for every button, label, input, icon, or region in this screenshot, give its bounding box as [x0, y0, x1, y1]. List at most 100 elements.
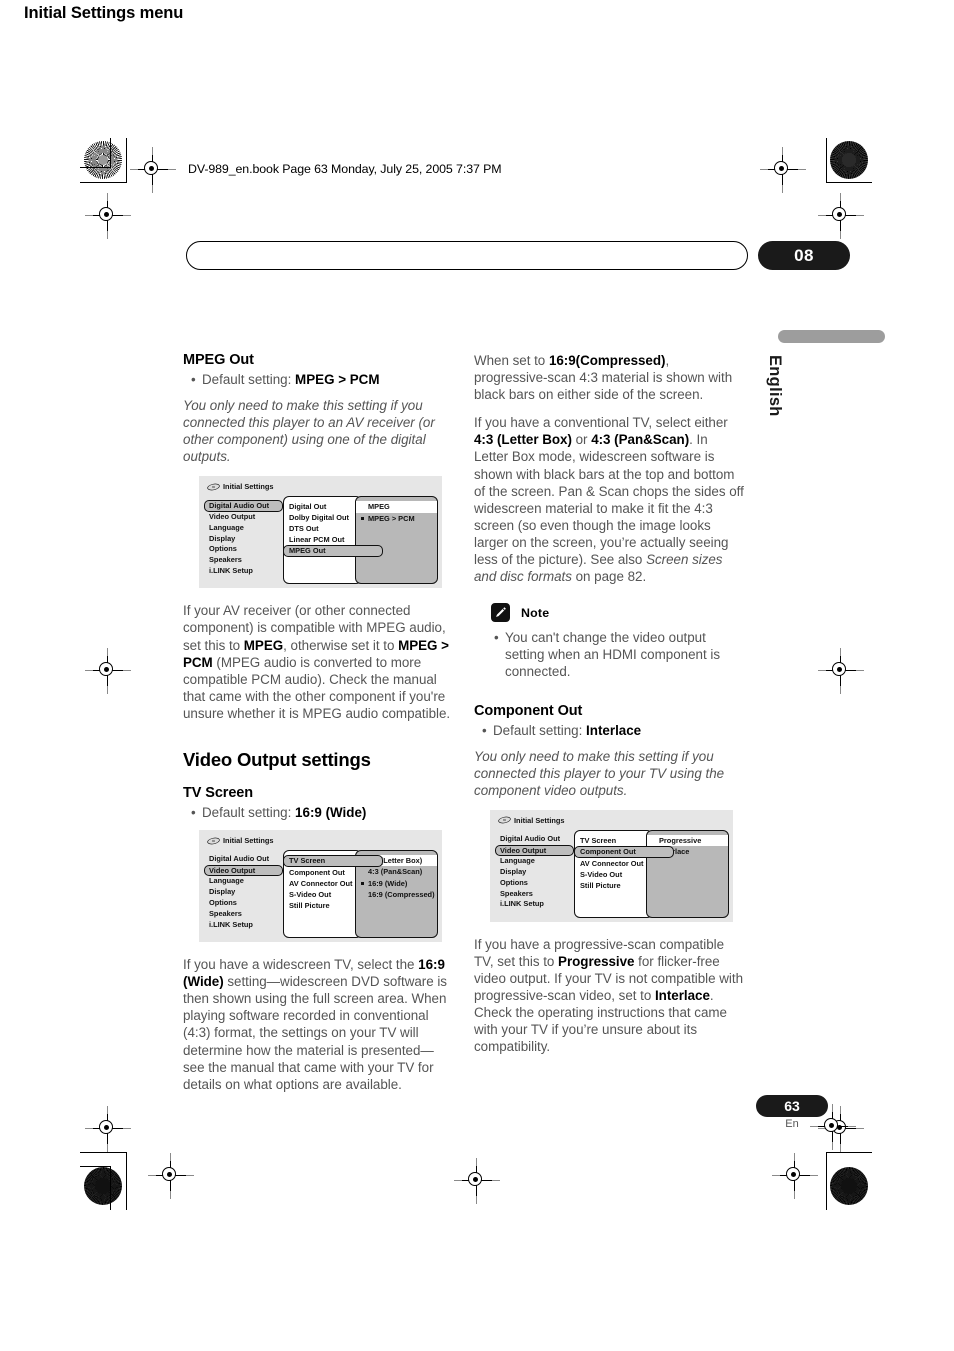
- osd-subitem-row[interactable]: AV Connector Out: [284, 878, 361, 889]
- osd-option-label: MPEG > PCM: [368, 513, 415, 523]
- osd-category-row[interactable]: Speakers: [204, 909, 283, 920]
- note-label: Note: [521, 605, 550, 620]
- osd-category-row[interactable]: Video Output: [204, 864, 283, 877]
- osd-option-label: 4:3 (Pan&Scan): [368, 867, 423, 877]
- component-out-body: If you have a progressive-scan compatibl…: [474, 936, 744, 1056]
- chapter-number-badge: 08: [758, 241, 850, 270]
- osd-category-row[interactable]: Language: [495, 856, 574, 867]
- osd-subitem-row[interactable]: TV Screen: [575, 835, 652, 846]
- osd-category-row[interactable]: i.LINK Setup: [204, 920, 283, 931]
- registration-cross-left-middle: [85, 648, 131, 694]
- compressed-p1: When set to: [474, 353, 549, 368]
- comp-body-b2: Interlace: [654, 988, 710, 1004]
- osd-category-row[interactable]: Options: [204, 898, 283, 909]
- osd-category-row[interactable]: Options: [204, 544, 283, 555]
- osd-subitem-row[interactable]: Digital Out: [284, 501, 361, 512]
- left-column: MPEG Out Default setting: MPEG > PCM You…: [183, 352, 453, 1104]
- osd-subitem-row[interactable]: TV Screen: [283, 855, 383, 867]
- osd-option-label: MPEG: [368, 502, 390, 512]
- osd-option-row[interactable]: Progressive: [647, 834, 728, 847]
- comp-body-b1: Progressive: [558, 953, 635, 969]
- conv-b1: 4:3 (Letter Box): [474, 432, 572, 448]
- osd-category-row[interactable]: Speakers: [204, 555, 283, 566]
- osd-category-row[interactable]: Speakers: [495, 889, 574, 900]
- conv-b2: 4:3 (Pan&Scan): [591, 432, 690, 448]
- mpeg-out-default-label: Default setting:: [202, 372, 296, 387]
- chapter-header-bar: [186, 241, 748, 270]
- osd-category-row[interactable]: i.LINK Setup: [495, 899, 574, 910]
- component-out-default-item: Default setting: Interlace: [482, 722, 744, 739]
- selected-marker-icon: [361, 881, 365, 886]
- crop-mark-bottom-left-v: [126, 1152, 128, 1210]
- osd-category-panel-tv-screen: Digital Audio Out Video Output Language …: [204, 854, 283, 938]
- osd-subitem-row[interactable]: S-Video Out: [284, 889, 361, 900]
- crop-mark-top-right-v: [826, 138, 828, 183]
- osd-option-row[interactable]: 16:9 (Wide): [356, 878, 437, 889]
- conventional-paragraph: If you have a conventional TV, select ei…: [474, 414, 744, 585]
- conv-p1: If you have a conventional TV, select ei…: [474, 415, 728, 431]
- osd-subitem-row[interactable]: Still Picture: [575, 880, 652, 891]
- osd-subitem-panel-mpeg-out: Digital Out Dolby Digital Out DTS Out Li…: [283, 496, 383, 585]
- crop-mark-top-left-v: [126, 138, 128, 183]
- osd-category-row[interactable]: Language: [204, 523, 283, 534]
- tv-screen-default-label: Default setting:: [202, 805, 296, 821]
- osd-category-row[interactable]: Digital Audio Out: [204, 854, 283, 865]
- compressed-paragraph: When set to 16:9(Compressed), progressiv…: [474, 352, 744, 403]
- osd-category-row[interactable]: Language: [204, 876, 283, 887]
- tv-body-p2: setting—widescreen DVD software is then …: [183, 974, 447, 1092]
- osd-category-row[interactable]: i.LINK Setup: [204, 566, 283, 577]
- osd-figure-tv-screen: Initial Settings Digital Audio Out Video…: [199, 830, 442, 943]
- osd-category-row[interactable]: Display: [204, 887, 283, 898]
- selected-marker-icon: [361, 516, 365, 521]
- side-tab-bar: [778, 330, 885, 343]
- osd-option-row[interactable]: MPEG: [356, 501, 437, 513]
- registration-cross-left-upper: [85, 193, 131, 239]
- osd-option-row[interactable]: MPEG > PCM: [356, 513, 437, 524]
- osd-option-label: Progressive: [659, 835, 702, 845]
- osd-subitem-row[interactable]: AV Connector Out: [575, 858, 652, 869]
- osd-subitem-row[interactable]: Component Out: [284, 867, 361, 878]
- osd-subitem-row[interactable]: DTS Out: [284, 523, 361, 534]
- registration-starburst-top-right: [830, 141, 868, 179]
- page-number-badge: 63: [756, 1095, 828, 1117]
- osd-subitem-row[interactable]: MPEG Out: [283, 545, 383, 558]
- osd-category-row[interactable]: Video Output: [495, 844, 574, 857]
- osd-option-row[interactable]: 16:9 (Compressed): [356, 889, 437, 900]
- registration-cross-bottom-left: [148, 1153, 194, 1199]
- osd-subitem-row[interactable]: Dolby Digital Out: [284, 512, 361, 523]
- osd-subitem-panel-component-out: TV Screen Component Out AV Connector Out…: [574, 829, 674, 918]
- osd-subitem-row[interactable]: S-Video Out: [575, 869, 652, 880]
- osd-subitem-row[interactable]: Still Picture: [284, 900, 361, 911]
- osd-subitem-row[interactable]: Component Out: [574, 845, 674, 858]
- osd-category-row[interactable]: Options: [495, 878, 574, 889]
- component-out-default-label: Default setting:: [493, 722, 587, 738]
- osd-subitem-panel-tv-screen: TV Screen Component Out AV Connector Out…: [283, 850, 383, 939]
- osd-category-row[interactable]: Video Output: [204, 512, 283, 523]
- chapter-title: Initial Settings menu: [24, 4, 184, 22]
- osd-category-row[interactable]: Display: [204, 534, 283, 545]
- side-language-label: English: [766, 355, 784, 417]
- mpeg-out-default-list: Default setting: MPEG > PCM: [183, 371, 453, 388]
- osd-category-row[interactable]: Display: [495, 867, 574, 878]
- disc-icon: [207, 837, 220, 844]
- pencil-note-icon: [491, 603, 510, 623]
- crop-mark-bottom-right-v: [826, 1152, 828, 1210]
- heading-component-out: Component Out: [474, 702, 583, 719]
- note-list: You can't change the video output settin…: [491, 629, 744, 680]
- crop-mark-bottom-left2-h: [80, 1166, 111, 1168]
- tv-screen-default-list: Default setting: 16:9 (Wide): [183, 804, 453, 821]
- osd-title-component-out: Initial Settings: [498, 816, 565, 825]
- osd-title-mpeg-out: Initial Settings: [207, 482, 274, 491]
- osd-category-row[interactable]: Digital Audio Out: [495, 834, 574, 845]
- heading-tv-screen: TV Screen: [183, 785, 254, 802]
- right-column: When set to 16:9(Compressed), progressiv…: [474, 352, 744, 1066]
- registration-starburst-bottom-left: [84, 1167, 122, 1205]
- osd-category-row[interactable]: Digital Audio Out: [204, 500, 283, 512]
- osd-option-row[interactable]: 4:3 (Pan&Scan): [356, 866, 437, 877]
- osd-subitem-row[interactable]: Linear PCM Out: [284, 534, 361, 545]
- heading-mpeg-out: MPEG Out: [183, 352, 254, 368]
- conv-p2: or: [571, 432, 592, 448]
- conv-p4: on page 82.: [571, 569, 647, 585]
- osd-title-tv-screen: Initial Settings: [207, 836, 274, 845]
- osd-figure-component-out: Initial Settings Digital Audio Out Video…: [490, 809, 733, 922]
